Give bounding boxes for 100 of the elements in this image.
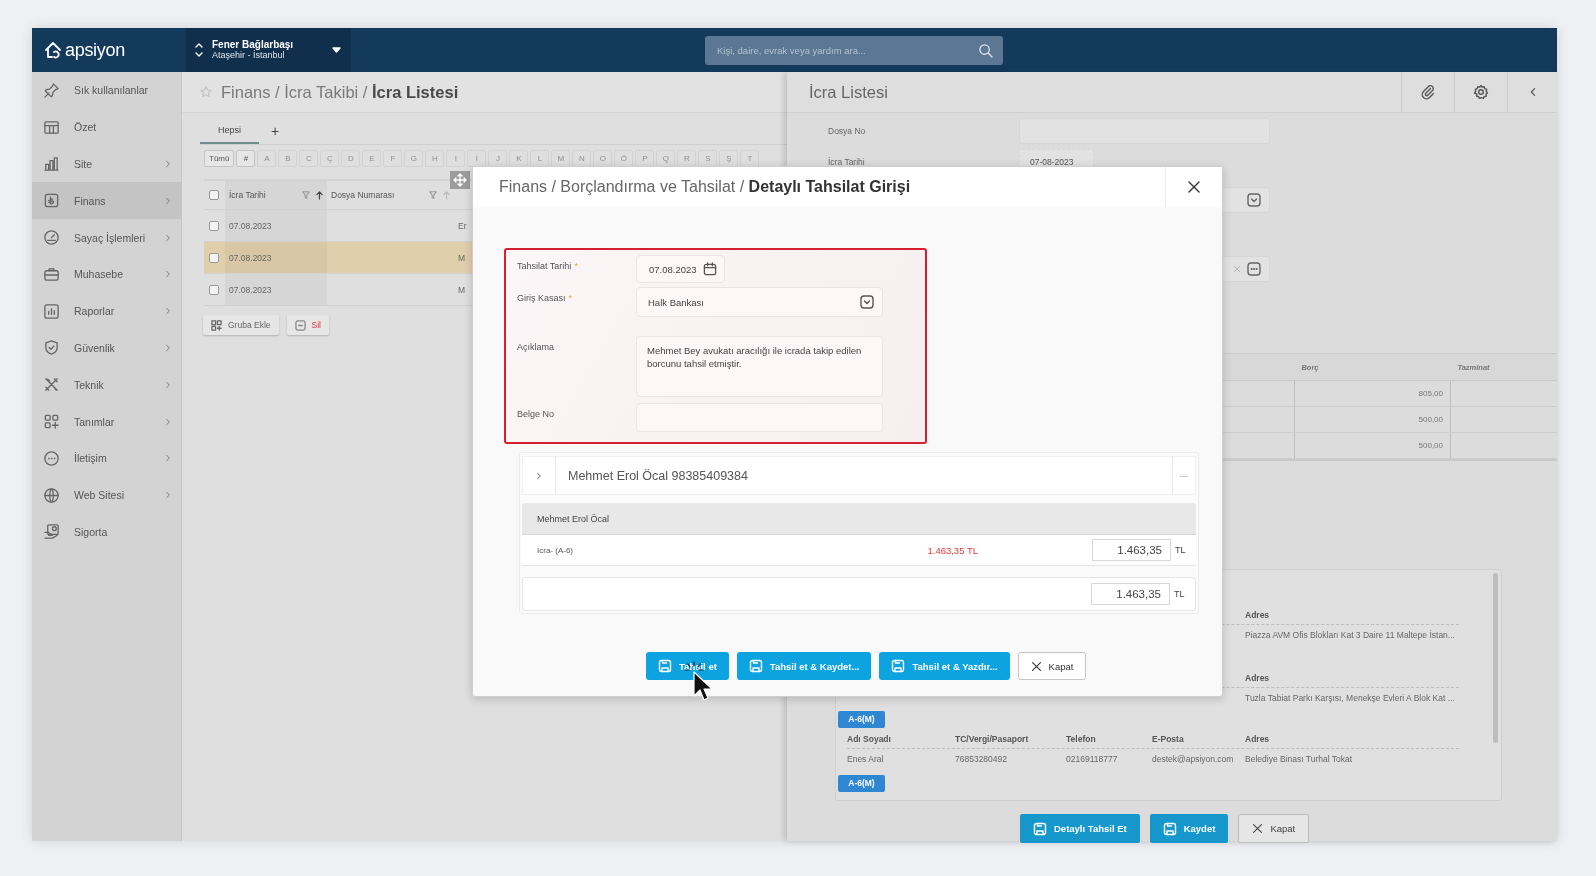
select-field[interactable]: Halk Bankası (636, 287, 883, 317)
field-label: Belge No (516, 408, 556, 421)
move-icon (453, 173, 467, 187)
field-label: İcra Tarihi (827, 157, 866, 167)
sidebar-item[interactable]: Tanımlar (32, 403, 181, 440)
table-row[interactable]: 07.08.2023 M (204, 274, 472, 306)
debt-amount: 1.463,35 TL (927, 544, 978, 556)
sidebar-item[interactable]: Teknik (32, 366, 181, 404)
sidebar-item[interactable]: Web Sitesi (32, 476, 181, 514)
panel-title: İcra Listesi (808, 82, 889, 102)
action-button[interactable]: Tahsil et (646, 652, 729, 680)
column-header: Adres (1245, 610, 1271, 620)
table-cell: M (458, 284, 466, 295)
save-icon (748, 659, 763, 673)
chevron-down-icon (860, 295, 874, 309)
shield-icon (43, 339, 60, 357)
letter-filter[interactable]: # (236, 150, 256, 167)
save-icon (1162, 821, 1177, 836)
field-label: Tahsilat Tarihi * (516, 260, 579, 273)
table-cell: 500,00 (1294, 433, 1451, 458)
amount-field[interactable]: 1.463,35 (1091, 583, 1170, 605)
more-icon (1247, 262, 1261, 276)
apps-icon (43, 413, 60, 431)
sidebar-item[interactable]: Muhasebe (32, 256, 181, 293)
modal-title: Finans / Borçlandırma ve Tahsilat / Detaylı Tahsilat Girişi (498, 178, 912, 196)
table-cell: 805,00 (1294, 381, 1451, 406)
amount-field[interactable]: 1.463,35 (1092, 539, 1171, 561)
column-header: Adres (1245, 734, 1271, 744)
unit-badge: A-6(M) (838, 711, 885, 728)
sidebar-item[interactable]: Sayaç İşlemleri (32, 219, 181, 256)
letter-filter[interactable]: Tümü (204, 150, 235, 167)
gauge-icon (43, 229, 60, 247)
chevron-right-icon (164, 379, 172, 390)
chevron-right-icon (164, 416, 172, 427)
debt-label: İcra- (A-6) (537, 545, 574, 555)
site-selector[interactable]: Fener Bağlarbaşı Ataşehir - İstanbul (186, 28, 351, 72)
date-field[interactable]: 07.08.2023 (636, 255, 725, 283)
chevron-right-icon (164, 490, 172, 501)
sidebar-item[interactable]: Raporlar (32, 292, 181, 330)
tools-icon (43, 376, 60, 394)
up-down-chevron-icon (194, 42, 204, 58)
sidebar-item[interactable]: Site (32, 145, 181, 183)
person-name: Mehmet Erol Öcal 98385409384 (567, 468, 749, 483)
calendar-icon (702, 262, 717, 276)
clear-icon (1233, 265, 1241, 273)
sidebar-item[interactable]: Sigorta (32, 513, 181, 551)
group-header: Mehmet Erol Öcal (522, 503, 1196, 535)
column-header: İcra Tarihi (229, 190, 267, 200)
table-cell: 500,00 (1294, 407, 1451, 432)
field-label: Açıklama (516, 341, 555, 354)
action-button[interactable]: Detaylı Tahsil Et (1020, 814, 1140, 843)
currency: TL (1174, 545, 1187, 555)
briefcase-icon (43, 265, 60, 283)
sidebar-item[interactable]: İletişim (32, 439, 181, 477)
column-header: Telefon (1066, 734, 1097, 744)
table-cell: 07.08.2023 (229, 252, 272, 263)
scrollbar[interactable] (1493, 573, 1498, 743)
column-header: TC/Vergi/Pasaport (955, 734, 1030, 744)
sidebar-item[interactable]: Sık kullanılanlar (32, 72, 181, 109)
more-button[interactable]: ··· (1172, 457, 1195, 494)
checkbox[interactable] (209, 284, 219, 295)
chevron-right-icon (164, 159, 172, 169)
chevron-right-icon (164, 232, 172, 243)
checkbox[interactable] (209, 220, 219, 231)
close-icon (1252, 823, 1264, 834)
table-cell-text: Piazza AVM Ofis Blokları Kat 3 Daire 11 Maltepe İstan... (1245, 630, 1456, 640)
table-row[interactable]: 07.08.2023 M (204, 242, 472, 274)
action-button[interactable]: Tahsil et & Kaydet... (736, 652, 872, 680)
table-row[interactable]: 07.08.2023 Er (204, 210, 472, 242)
settings-icon (1473, 84, 1489, 100)
filter-icon (429, 191, 437, 199)
action-button[interactable]: Tahsil et & Yazdır... (879, 652, 1010, 680)
column-header: Adı Soyadı (847, 734, 892, 744)
textarea-field[interactable]: Mehmet Bey avukatı aracılığı ile icrada takip edilen borcunu tahsil etmiştir. (636, 336, 883, 397)
sidebar-item[interactable]: Özet (32, 108, 181, 146)
logo-icon (43, 40, 63, 60)
save-icon (1033, 821, 1047, 836)
tab[interactable]: Hepsi (200, 117, 259, 144)
chevron-right-icon (535, 470, 543, 481)
close-button[interactable]: Kapat (1238, 814, 1310, 843)
move-handle[interactable] (450, 171, 470, 189)
add-tab-button[interactable]: + (265, 122, 286, 139)
chevron-down-icon (1247, 193, 1261, 207)
sidebar-item[interactable]: Finans (32, 182, 181, 220)
star-icon (200, 86, 212, 98)
checkbox[interactable] (209, 190, 219, 200)
action-button[interactable]: Kaydet (1149, 814, 1229, 843)
checkbox[interactable] (209, 252, 219, 263)
close-button[interactable]: Kapat (1017, 652, 1087, 680)
add-to-group-button[interactable]: Gruba Ekle (203, 315, 279, 335)
table-icon (43, 118, 60, 136)
sort-arrow-icon (316, 190, 323, 200)
table-cell: M (458, 252, 466, 263)
column-header: Adres (1245, 673, 1271, 683)
sidebar-item[interactable]: Güvenlik (32, 329, 181, 367)
delete-button[interactable]: Sil (286, 315, 329, 335)
table-cell-text: destek@apsiyon.com (1152, 754, 1235, 764)
table-cell-text: Enes Aral (847, 754, 885, 764)
save-icon (658, 659, 672, 673)
search-field[interactable]: Kişi, daire, evrak veya yardım ara... (705, 35, 1003, 65)
